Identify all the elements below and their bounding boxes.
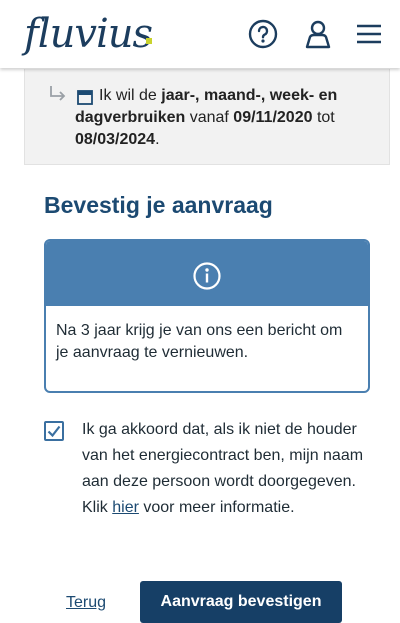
menu-icon[interactable] [352,17,386,51]
request-summary: Ik wil de jaar-, maand-, week- en dagver… [24,69,390,165]
summary-suffix: . [155,131,160,148]
summary-text: Ik wil de jaar-, maand-, week- en dagver… [75,85,365,151]
summary-tot: tot [312,109,335,126]
consent-checkbox[interactable] [44,421,64,441]
fluvius-logo[interactable]: fluvius [24,10,153,58]
summary-mid: vanaf [185,109,234,126]
summary-prefix: Ik wil de [99,87,162,104]
more-info-prefix: Klik [82,499,113,516]
checkmark-icon [47,425,61,438]
header: fluvius [0,0,400,68]
more-info-link[interactable]: hier [112,499,139,516]
subdirectory-arrow-icon [50,86,66,101]
info-box: Na 3 jaar krijg je van ons een bericht o… [44,239,370,393]
more-info-suffix: voor meer informatie. [138,499,295,516]
info-box-header [46,241,368,306]
info-icon [193,262,221,290]
summary-date-to: 08/03/2024 [75,131,156,148]
back-button[interactable]: Terug [66,592,106,614]
page-title: Bevestig je aanvraag [44,192,273,218]
info-text: Na 3 jaar krijg je van ons een bericht o… [56,322,343,361]
user-icon[interactable] [301,17,335,51]
logo-dot [146,38,152,44]
consent-text: Ik ga akkoord dat, als ik niet de houder… [82,421,364,490]
summary-date-from: 09/11/2020 [233,109,313,126]
help-icon[interactable] [246,17,280,51]
consent-label: Ik ga akkoord dat, als ik niet de houder… [82,417,372,521]
